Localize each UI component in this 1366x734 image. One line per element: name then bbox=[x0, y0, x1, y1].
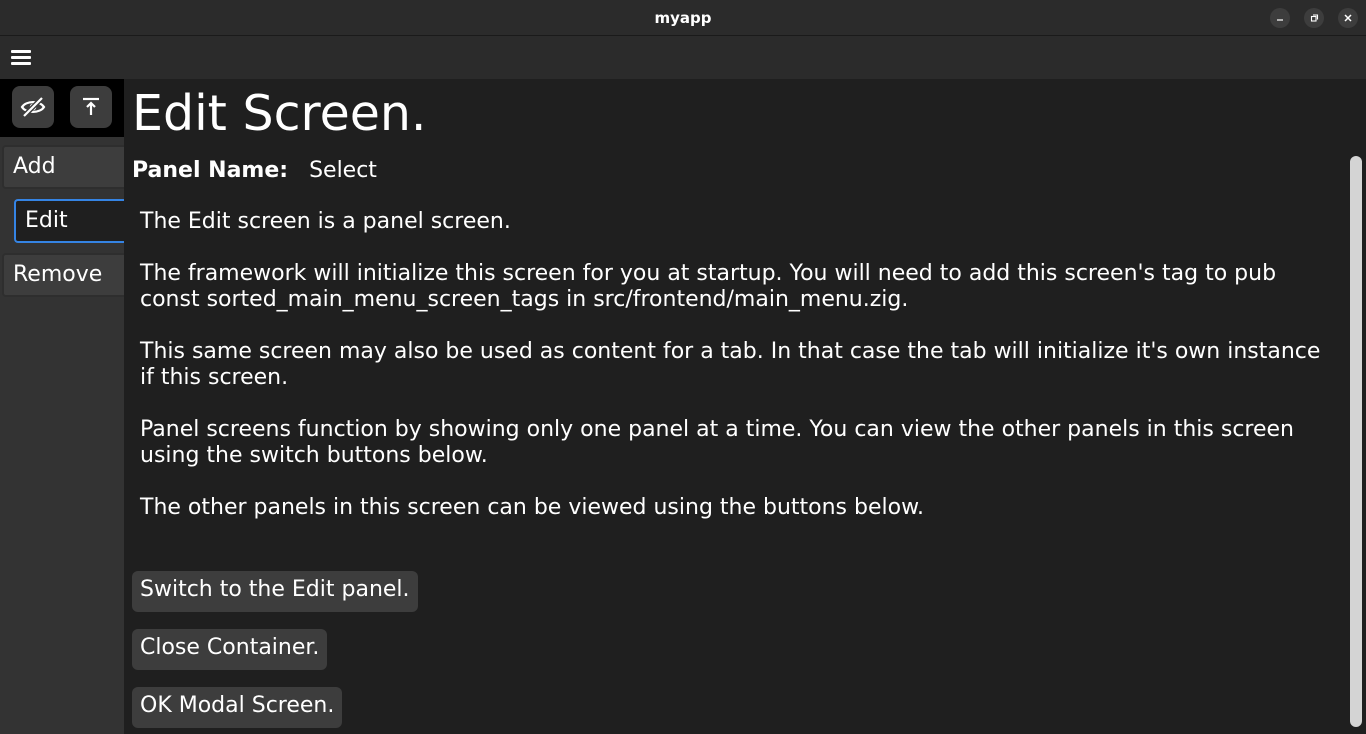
sidebar-toolbar bbox=[0, 79, 124, 137]
close-container-button[interactable]: Close Container. bbox=[132, 629, 328, 670]
description-paragraph: The framework will initialize this scree… bbox=[140, 261, 1277, 312]
menu-bar bbox=[0, 36, 1366, 79]
eye-slash-icon bbox=[20, 96, 46, 118]
sidebar-tab-remove[interactable]: Remove bbox=[2, 253, 124, 297]
scroll-top-button[interactable] bbox=[70, 86, 112, 128]
sidebar-tab-edit[interactable]: Edit bbox=[14, 199, 124, 243]
description-paragraph: Panel screens function by showing only o… bbox=[140, 417, 1294, 468]
window-titlebar: myapp bbox=[0, 0, 1366, 36]
switch-to-edit-panel-button[interactable]: Switch to the Edit panel. bbox=[132, 571, 418, 612]
maximize-icon bbox=[1310, 14, 1319, 22]
page-title: Edit Screen. bbox=[132, 85, 427, 142]
hide-sidebar-button[interactable] bbox=[12, 86, 54, 128]
description-paragraph: The Edit screen is a panel screen. bbox=[140, 209, 511, 234]
description-paragraph: This same screen may also be used as con… bbox=[140, 339, 1321, 390]
description-paragraph: The other panels in this screen can be v… bbox=[140, 495, 925, 520]
arrow-up-to-line-icon bbox=[83, 97, 99, 115]
panel-name-label: Panel Name: bbox=[132, 158, 289, 183]
panel-name-value: Select bbox=[309, 158, 377, 183]
main-scrollbar[interactable] bbox=[1350, 156, 1362, 727]
sidebar: Add Edit Remove bbox=[0, 79, 124, 734]
sidebar-tab-add[interactable]: Add bbox=[2, 145, 124, 189]
maximize-button[interactable] bbox=[1304, 8, 1324, 28]
close-icon bbox=[1344, 14, 1352, 22]
window-title: myapp bbox=[654, 9, 712, 27]
minimize-icon bbox=[1277, 19, 1283, 21]
close-button[interactable] bbox=[1338, 8, 1358, 28]
ok-modal-screen-button[interactable]: OK Modal Screen. bbox=[132, 687, 343, 728]
panel-name-row: Panel Name: Select bbox=[132, 158, 377, 183]
main-content: Edit Screen. Panel Name: Select The Edit … bbox=[124, 79, 1366, 734]
minimize-button[interactable] bbox=[1270, 8, 1290, 28]
hamburger-menu-icon[interactable] bbox=[11, 48, 31, 68]
